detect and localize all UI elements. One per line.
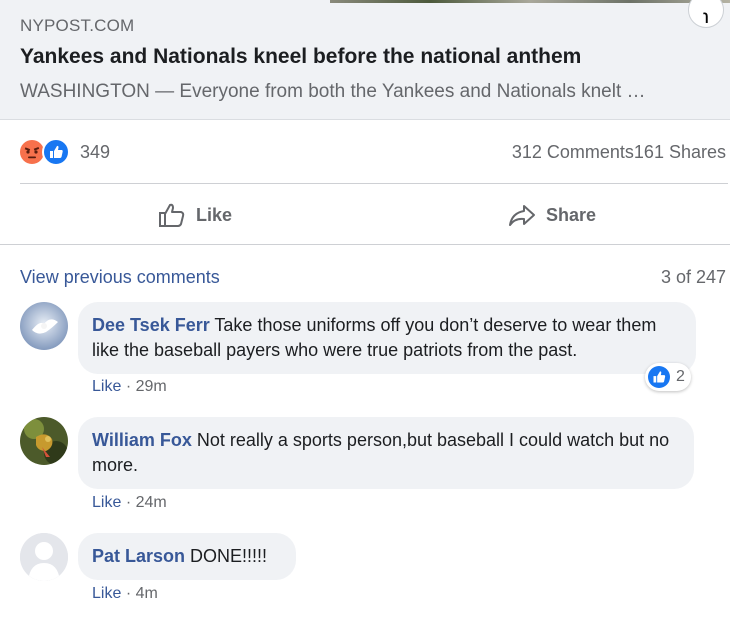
link-title[interactable]: Yankees and Nationals kneel before the n… bbox=[20, 45, 581, 69]
view-previous-comments-link[interactable]: View previous comments bbox=[20, 267, 220, 288]
comment-author[interactable]: Pat Larson bbox=[92, 546, 185, 566]
avatar[interactable] bbox=[20, 302, 68, 350]
link-preview-card[interactable]: NYPOST.COM Yankees and Nationals kneel b… bbox=[0, 0, 730, 120]
comment-meta: Like · 29m bbox=[92, 378, 167, 396]
comment-like-link[interactable]: Like bbox=[92, 494, 121, 511]
share-button[interactable]: Share bbox=[508, 186, 596, 244]
reaction-stats-row: 349 312 Comments161 Shares bbox=[0, 128, 730, 178]
preview-image-strip bbox=[330, 0, 730, 3]
thumbs-up-icon bbox=[159, 203, 185, 227]
comment-bubble: William Fox Not really a sports person,b… bbox=[78, 417, 694, 489]
comment-like-link[interactable]: Like bbox=[92, 585, 121, 602]
avatar[interactable] bbox=[20, 417, 68, 465]
share-arrow-icon bbox=[509, 205, 535, 226]
action-row: Like Share bbox=[0, 186, 730, 244]
share-button-label: Share bbox=[546, 204, 597, 225]
meta-separator: · bbox=[125, 378, 132, 395]
link-description: WASHINGTON — Everyone from both the Yank… bbox=[20, 81, 646, 102]
link-domain: NYPOST.COM bbox=[20, 16, 135, 35]
comment-author[interactable]: Dee Tsek Ferr bbox=[92, 315, 210, 335]
comment-text: DONE!!!!! bbox=[190, 546, 268, 566]
comment-time[interactable]: 4m bbox=[136, 585, 158, 602]
comments-shares-count: 312 Comments161 Shares bbox=[512, 142, 726, 163]
comment-reaction-count: 2 bbox=[676, 368, 685, 385]
like-icon bbox=[648, 366, 670, 388]
reaction-count[interactable]: 349 bbox=[80, 142, 110, 163]
meta-separator: · bbox=[125, 585, 132, 602]
comment-time[interactable]: 24m bbox=[136, 494, 167, 511]
comment-author[interactable]: William Fox bbox=[92, 430, 192, 450]
like-button[interactable]: Like bbox=[158, 186, 232, 244]
comment-bubble: Dee Tsek Ferr Take those uniforms off yo… bbox=[78, 302, 696, 374]
shares-count[interactable]: 161 Shares bbox=[634, 142, 726, 162]
avatar[interactable] bbox=[20, 533, 68, 581]
reaction-icons[interactable] bbox=[18, 138, 78, 166]
divider bbox=[20, 183, 728, 184]
comment-reaction-pill[interactable]: 2 bbox=[645, 363, 691, 391]
like-icon bbox=[42, 138, 70, 166]
meta-separator: · bbox=[125, 494, 132, 511]
comment-time[interactable]: 29m bbox=[136, 378, 167, 395]
comment-meta: Like · 24m bbox=[92, 494, 167, 512]
divider bbox=[0, 244, 730, 245]
comment-bubble: Pat Larson DONE!!!!! bbox=[78, 533, 296, 580]
like-button-label: Like bbox=[196, 204, 233, 225]
comments-count[interactable]: 312 Comments bbox=[512, 142, 634, 162]
comment-meta: Like · 4m bbox=[92, 585, 158, 603]
comment-page-count: 3 of 247 bbox=[660, 267, 726, 287]
comment-like-link[interactable]: Like bbox=[92, 378, 121, 395]
